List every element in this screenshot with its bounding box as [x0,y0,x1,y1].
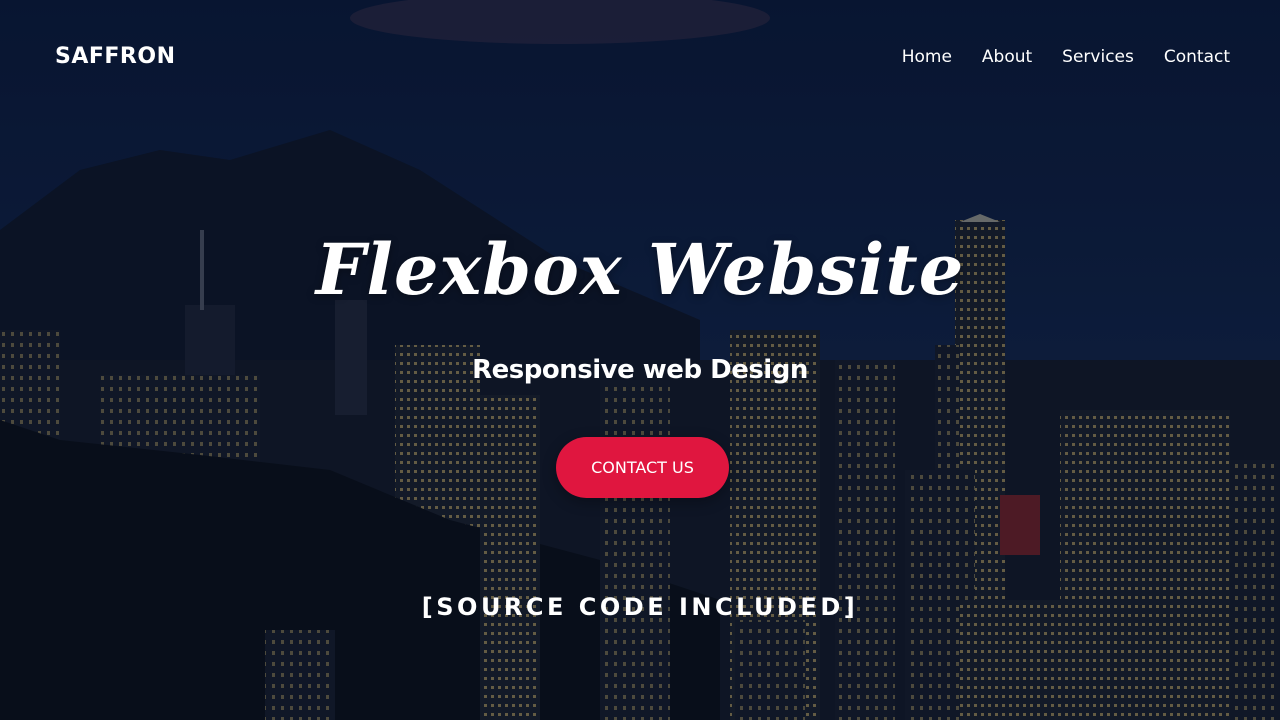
hero-section: SAFFRON Home About Services Contact Flex… [0,0,1280,720]
nav-link-home[interactable]: Home [902,47,952,67]
source-code-banner: [SOURCE CODE INCLUDED] [421,593,859,621]
brand-logo[interactable]: SAFFRON [55,44,175,69]
nav-link-contact[interactable]: Contact [1164,47,1230,67]
hero-subtitle: Responsive web Design [472,355,808,385]
hero-title: Flexbox Website [315,228,965,311]
nav-item-services: Services [1062,47,1134,67]
nav-item-contact: Contact [1164,47,1230,67]
navbar: SAFFRON Home About Services Contact [0,0,1280,118]
nav-item-home: Home [902,47,952,67]
nav-link-about[interactable]: About [982,47,1032,67]
nav-link-services[interactable]: Services [1062,47,1134,67]
contact-us-button[interactable]: CONTACT US [556,437,729,498]
nav-item-about: About [982,47,1032,67]
nav-links: Home About Services Contact [902,47,1230,67]
